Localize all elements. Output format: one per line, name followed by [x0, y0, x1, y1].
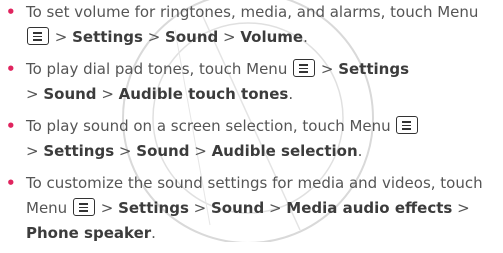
separator: >: [96, 85, 119, 103]
bullet-icon: •: [6, 60, 16, 78]
path-settings: Settings: [338, 60, 410, 78]
item-text: To play dial pad tones, touch Menu: [26, 60, 293, 78]
instruction-list: • To set volume for ringtones, media, an…: [0, 0, 503, 253]
path-audible-selection: Audible selection: [211, 142, 358, 160]
separator: >: [188, 199, 211, 217]
list-item: • To play sound on a screen selection, t…: [0, 114, 503, 164]
path-sound: Sound: [165, 28, 219, 46]
separator: >: [50, 28, 73, 46]
separator: >: [316, 60, 339, 78]
menu-key-icon: [27, 27, 49, 45]
item-text: To play sound on a screen selection, tou…: [26, 117, 396, 135]
path-sound: Sound: [136, 142, 190, 160]
path-sound: Sound: [210, 199, 265, 217]
path-volume: Volume: [240, 28, 304, 46]
menu-key-icon: [293, 59, 316, 77]
separator: >: [26, 142, 44, 160]
path-sound: Sound: [43, 85, 97, 103]
separator: >: [142, 28, 166, 46]
period: .: [151, 224, 156, 242]
period: .: [288, 85, 294, 103]
path-settings: Settings: [72, 28, 143, 46]
path-settings: Settings: [118, 199, 189, 217]
path-phone-speaker: Phone speaker: [26, 224, 152, 242]
menu-key-icon: [396, 116, 419, 134]
bullet-icon: •: [6, 117, 16, 135]
separator: >: [452, 199, 470, 217]
menu-key-icon: [72, 198, 95, 216]
item-text: To set volume for ringtones, media, and …: [26, 3, 479, 21]
path-media-audio-effects: Media audio effects: [286, 199, 453, 217]
separator: >: [95, 199, 119, 217]
period: .: [303, 28, 308, 46]
list-item: • To play dial pad tones, touch Menu > S…: [0, 57, 503, 107]
list-item: • To customize the sound settings for me…: [0, 171, 503, 246]
path-audible-touch-tones: Audible touch tones: [118, 85, 289, 103]
path-settings: Settings: [43, 142, 115, 160]
separator: >: [264, 199, 287, 217]
separator: >: [189, 142, 212, 160]
period: .: [357, 142, 363, 160]
separator: >: [26, 85, 44, 103]
separator: >: [114, 142, 137, 160]
bullet-icon: •: [6, 174, 16, 192]
bullet-icon: •: [6, 3, 16, 21]
separator: >: [218, 28, 241, 46]
list-item: • To set volume for ringtones, media, an…: [0, 0, 503, 50]
